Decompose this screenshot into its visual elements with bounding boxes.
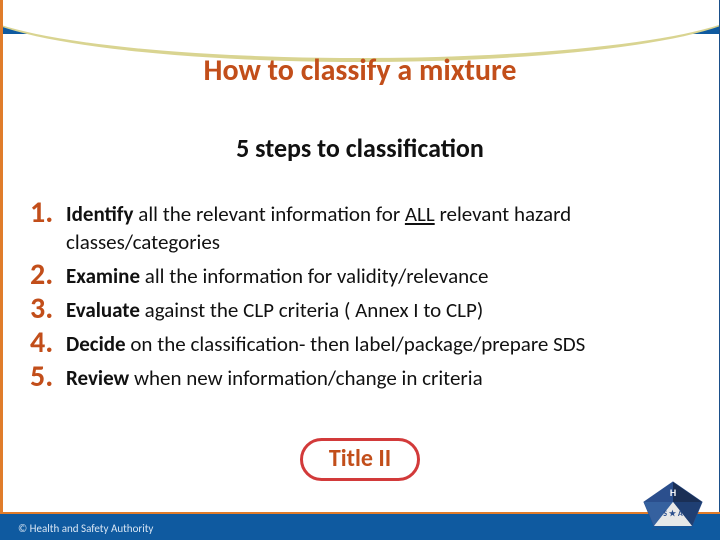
list-item: 1. Identify all the relevant information… <box>30 198 690 256</box>
step-keyword: Examine <box>66 263 140 289</box>
svg-text:S ★ A: S ★ A <box>663 509 683 519</box>
step-number: 3. <box>30 294 66 324</box>
step-keyword: Evaluate <box>66 297 140 323</box>
step-number: 2. <box>30 260 66 290</box>
list-item: 3. Evaluate against the CLP criteria ( A… <box>30 294 690 324</box>
step-number: 5. <box>30 362 66 392</box>
hsa-logo: H S ★ A HEALTH AND SAFETY AUTHORITY <box>640 480 706 532</box>
step-number: 4. <box>30 328 66 358</box>
svg-text:HEALTH AND SAFETY AUTHORITY: HEALTH AND SAFETY AUTHORITY <box>652 527 695 531</box>
list-item: 5. Review when new information/change in… <box>30 362 690 392</box>
list-item: 2. Examine all the information for valid… <box>30 260 690 290</box>
slide-subtitle: 5 steps to classification <box>0 132 720 164</box>
svg-text:H: H <box>670 486 676 499</box>
steps-list: 1. Identify all the relevant information… <box>30 198 690 396</box>
step-keyword: Identify <box>66 201 134 227</box>
step-keyword: Review <box>66 365 129 391</box>
header-band <box>0 0 720 34</box>
footer-band: © Health and Safety Authority <box>0 514 720 540</box>
step-number: 1. <box>30 198 66 228</box>
list-item: 4. Decide on the classification- then la… <box>30 328 690 358</box>
step-keyword: Decide <box>66 331 126 357</box>
step-text: Review when new information/change in cr… <box>66 362 483 392</box>
step-text: Examine all the information for validity… <box>66 260 489 290</box>
title-ii-callout: Title II <box>300 438 420 481</box>
step-text: Evaluate against the CLP criteria ( Anne… <box>66 294 483 324</box>
presentation-slide: How to classify a mixture 5 steps to cla… <box>0 0 720 540</box>
step-text: Identify all the relevant information fo… <box>66 198 690 256</box>
slide-title: How to classify a mixture <box>0 52 720 89</box>
hsa-logo-icon: H S ★ A HEALTH AND SAFETY AUTHORITY <box>640 480 706 532</box>
step-text: Decide on the classification- then label… <box>66 328 585 358</box>
callout-container: Title II <box>0 438 720 481</box>
copyright-text: © Health and Safety Authority <box>18 522 153 535</box>
